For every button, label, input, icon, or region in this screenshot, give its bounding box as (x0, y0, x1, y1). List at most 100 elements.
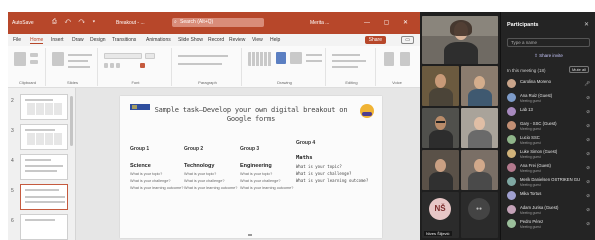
tab-home[interactable]: Home (30, 37, 44, 44)
video-tile[interactable] (461, 108, 498, 148)
video-tile[interactable] (422, 108, 459, 148)
participant-avatar (507, 219, 516, 228)
tab-review[interactable]: Review (229, 37, 245, 43)
paste-icon[interactable] (14, 52, 26, 66)
dictate-icon[interactable] (384, 52, 394, 66)
participant-name: Merik Danielsen OSTRIKEN GU (520, 177, 581, 182)
tab-record[interactable]: Record (208, 37, 224, 43)
slide-title: Sample task–Develop your own digital bre… (154, 106, 348, 123)
powerpoint-window: AutoSave ⎙ ↶ ↷ ▾ Breakout - ... ⌕ Search… (8, 12, 420, 240)
participant-avatar (507, 93, 516, 102)
tab-file[interactable]: File (13, 37, 21, 43)
video-tile[interactable] (461, 66, 498, 106)
participant-row[interactable]: Ana Frei (Guest) Meeting guest ⊘ (507, 162, 591, 174)
video-tile-self[interactable]: NŠ Nives Šiljević (422, 192, 459, 238)
group-question: What is your challenge? (296, 171, 352, 176)
video-tile[interactable] (461, 150, 498, 190)
group-subject: Maths (296, 155, 313, 161)
in-meeting-section-header[interactable]: In this meeting (18) (507, 68, 546, 73)
group-question: What is your challenge? (130, 179, 171, 183)
window-controls[interactable]: — ▢ ✕ (364, 19, 414, 26)
group-question: What is your topic? (130, 172, 163, 176)
participant-glasses (436, 121, 445, 123)
microphone-off-icon: ⊘ (586, 221, 590, 226)
video-tile[interactable]: ●● (461, 192, 498, 238)
participant-avatar (507, 135, 516, 144)
participant-row[interactable]: Lab 13 ⊘ (507, 106, 591, 118)
slide-thumbnail[interactable] (20, 214, 68, 240)
participant-row[interactable]: Luke Simon (Guest) Meeting guest ⊘ (507, 148, 591, 160)
new-slide-icon[interactable] (52, 52, 64, 66)
thumb-text-line (25, 201, 65, 203)
close-icon[interactable]: ✕ (584, 21, 589, 28)
slide-thumbnail[interactable] (20, 94, 68, 120)
signed-in-user[interactable]: Merita ... (310, 20, 329, 26)
participant-row[interactable]: Lucio SSC Meeting guest ⊘ (507, 134, 591, 146)
copy-icon[interactable] (30, 60, 38, 64)
thumbnail-scrollbar[interactable] (70, 96, 73, 146)
participant-avatar (507, 79, 516, 88)
thumb-table (27, 133, 63, 145)
shapes-gallery-icon[interactable] (248, 52, 272, 66)
designer-icon[interactable] (400, 52, 410, 66)
participant-row[interactable]: Gary - SSC (Guest) Meeting guest ⊘ (507, 120, 591, 132)
tab-slide-show[interactable]: Slide Show (178, 37, 203, 43)
video-tile[interactable] (422, 150, 459, 190)
ppt-menu-tabs: File Home Insert Draw Design Transitions… (8, 34, 420, 46)
ribbon-group-editing: Editing (328, 48, 376, 86)
underline-icon[interactable] (116, 63, 120, 68)
participant-row[interactable]: Mika Tortus ⊘ (507, 190, 591, 202)
tab-design[interactable]: Design (90, 37, 106, 43)
quick-access-toolbar[interactable]: ⎙ ↶ ↷ ▾ (52, 19, 98, 26)
autosave-toggle[interactable]: AutoSave (12, 20, 34, 26)
participants-title: Participants (507, 22, 539, 28)
share-button[interactable]: Share (364, 36, 386, 44)
participant-row[interactable]: Pedro Pérez Meeting guest ⊘ (507, 218, 591, 230)
slide-thumbnail-selected[interactable] (20, 184, 68, 210)
slide-scroll-marker (248, 234, 252, 236)
video-tile[interactable] (422, 16, 498, 64)
comments-button[interactable]: ▭ (401, 36, 414, 44)
tab-insert[interactable]: Insert (51, 37, 64, 43)
participant-row[interactable]: Carolina Moreno 🎤︎ (507, 78, 591, 90)
ppt-search-box[interactable]: ⌕ Search (Alt+Q) (172, 18, 264, 27)
slide-thumbnail-pane: 2 3 4 5 6 (8, 88, 76, 240)
group-question: What is your learning outcome? (240, 186, 294, 190)
arrange-icon[interactable] (276, 52, 286, 64)
participant-avatar (507, 163, 516, 172)
ribbon-line (68, 66, 90, 68)
participant-search-input[interactable]: Type a name (507, 38, 590, 47)
microphone-off-icon: ⊘ (586, 151, 590, 156)
italic-icon[interactable] (110, 63, 114, 68)
quick-styles-icon[interactable] (290, 52, 302, 64)
participant-row[interactable]: Adam Jurisa (Guest) Meeting guest ⊘ (507, 204, 591, 216)
slide-thumbnail[interactable] (20, 154, 68, 180)
bold-icon[interactable] (104, 63, 108, 68)
group-name: Group 2 (184, 146, 204, 152)
mascot-logo (360, 104, 374, 118)
participant-avatar (507, 177, 516, 186)
video-tile[interactable] (422, 66, 459, 106)
participant-row[interactable]: Merik Danielsen OSTRIKEN GU Meeting gues… (507, 176, 591, 188)
cut-icon[interactable] (30, 53, 38, 57)
font-name-box[interactable] (104, 53, 142, 59)
tab-animations[interactable]: Animations (146, 37, 171, 43)
current-slide[interactable]: Sample task–Develop your own digital bre… (120, 96, 382, 238)
tab-help[interactable]: Help (270, 37, 280, 43)
tab-view[interactable]: View (252, 37, 263, 43)
font-color-icon[interactable] (140, 63, 145, 68)
tab-draw[interactable]: Draw (72, 37, 84, 43)
mute-all-button[interactable]: Mute all (568, 66, 589, 73)
participant-role: Meeting guest (520, 98, 541, 103)
slide-thumbnail[interactable] (20, 124, 68, 150)
participant-row[interactable]: Ana Ruiz (Guest) Meeting guest ⊘ (507, 92, 591, 104)
thumb-title-line (25, 189, 59, 191)
share-invite-button[interactable]: ⇪ Share invite (507, 52, 590, 60)
microphone-off-icon: ⊘ (586, 95, 590, 100)
font-size-box[interactable] (145, 53, 155, 59)
participant-name: Adam Jurisa (Guest) (520, 205, 559, 210)
tab-transitions[interactable]: Transitions (112, 37, 136, 43)
teams-meeting-window: NŠ Nives Šiljević ●● Participants ✕ Type… (420, 12, 595, 240)
thumb-text-line (25, 170, 57, 172)
ribbon-group-label: Clipboard (18, 80, 37, 85)
